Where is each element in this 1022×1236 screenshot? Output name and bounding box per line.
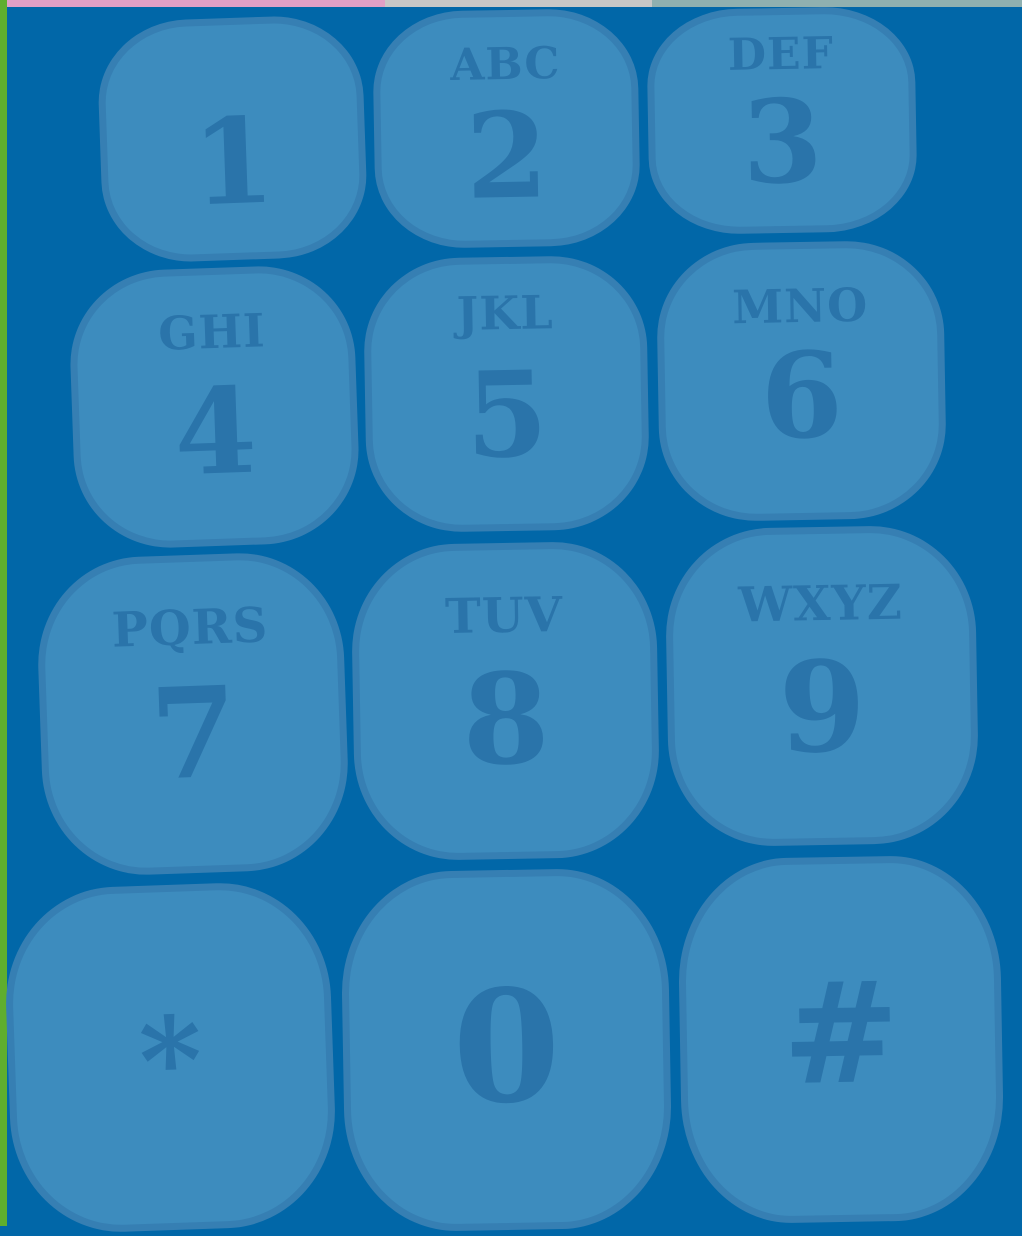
key-9[interactable]: WXYZ 9 xyxy=(664,524,980,848)
key-0-digit: 0 xyxy=(450,954,562,1139)
key-1-digit: 1 xyxy=(189,90,277,233)
key-2-letters: ABC xyxy=(449,38,561,91)
key-star-digit: * xyxy=(136,989,205,1134)
key-3[interactable]: DEF 3 xyxy=(646,5,918,236)
key-7-letters: PQRS xyxy=(110,597,270,659)
key-3-letters: DEF xyxy=(727,28,835,81)
key-8-letters: TUV xyxy=(444,586,564,646)
key-hash-digit: # xyxy=(780,950,901,1118)
key-8[interactable]: TUV 8 xyxy=(350,540,661,862)
key-star-letters xyxy=(9,887,320,898)
key-6[interactable]: MNO 6 xyxy=(655,239,948,523)
key-3-digit: 3 xyxy=(741,74,824,211)
key-1-letters xyxy=(104,39,355,48)
key-5[interactable]: JKL 5 xyxy=(362,254,651,534)
key-1[interactable]: 1 xyxy=(95,13,370,265)
key-0[interactable]: 0 xyxy=(339,867,674,1233)
key-9-digit: 9 xyxy=(777,634,868,782)
key-7[interactable]: PQRS 7 xyxy=(34,549,352,879)
key-8-digit: 8 xyxy=(461,646,551,794)
key-4-letters: GHI xyxy=(157,303,267,361)
key-4-digit: 4 xyxy=(171,360,259,503)
key-hash[interactable]: # xyxy=(676,854,1006,1225)
key-9-letters: WXYZ xyxy=(737,574,904,634)
phone-keypad: 1 ABC 2 DEF 3 GHI 4 JKL 5 MNO 6 PQRS 7 T… xyxy=(0,0,1022,1236)
key-2-digit: 2 xyxy=(464,85,550,226)
key-6-digit: 6 xyxy=(759,325,845,466)
key-hash-letters xyxy=(684,861,992,866)
key-5-letters: JKL xyxy=(456,285,555,341)
key-4[interactable]: GHI 4 xyxy=(67,263,362,551)
key-7-digit: 7 xyxy=(147,659,240,809)
key-5-digit: 5 xyxy=(464,344,550,485)
key-0-letters xyxy=(347,874,660,879)
key-2[interactable]: ABC 2 xyxy=(371,7,642,250)
key-star[interactable]: * xyxy=(2,879,339,1236)
